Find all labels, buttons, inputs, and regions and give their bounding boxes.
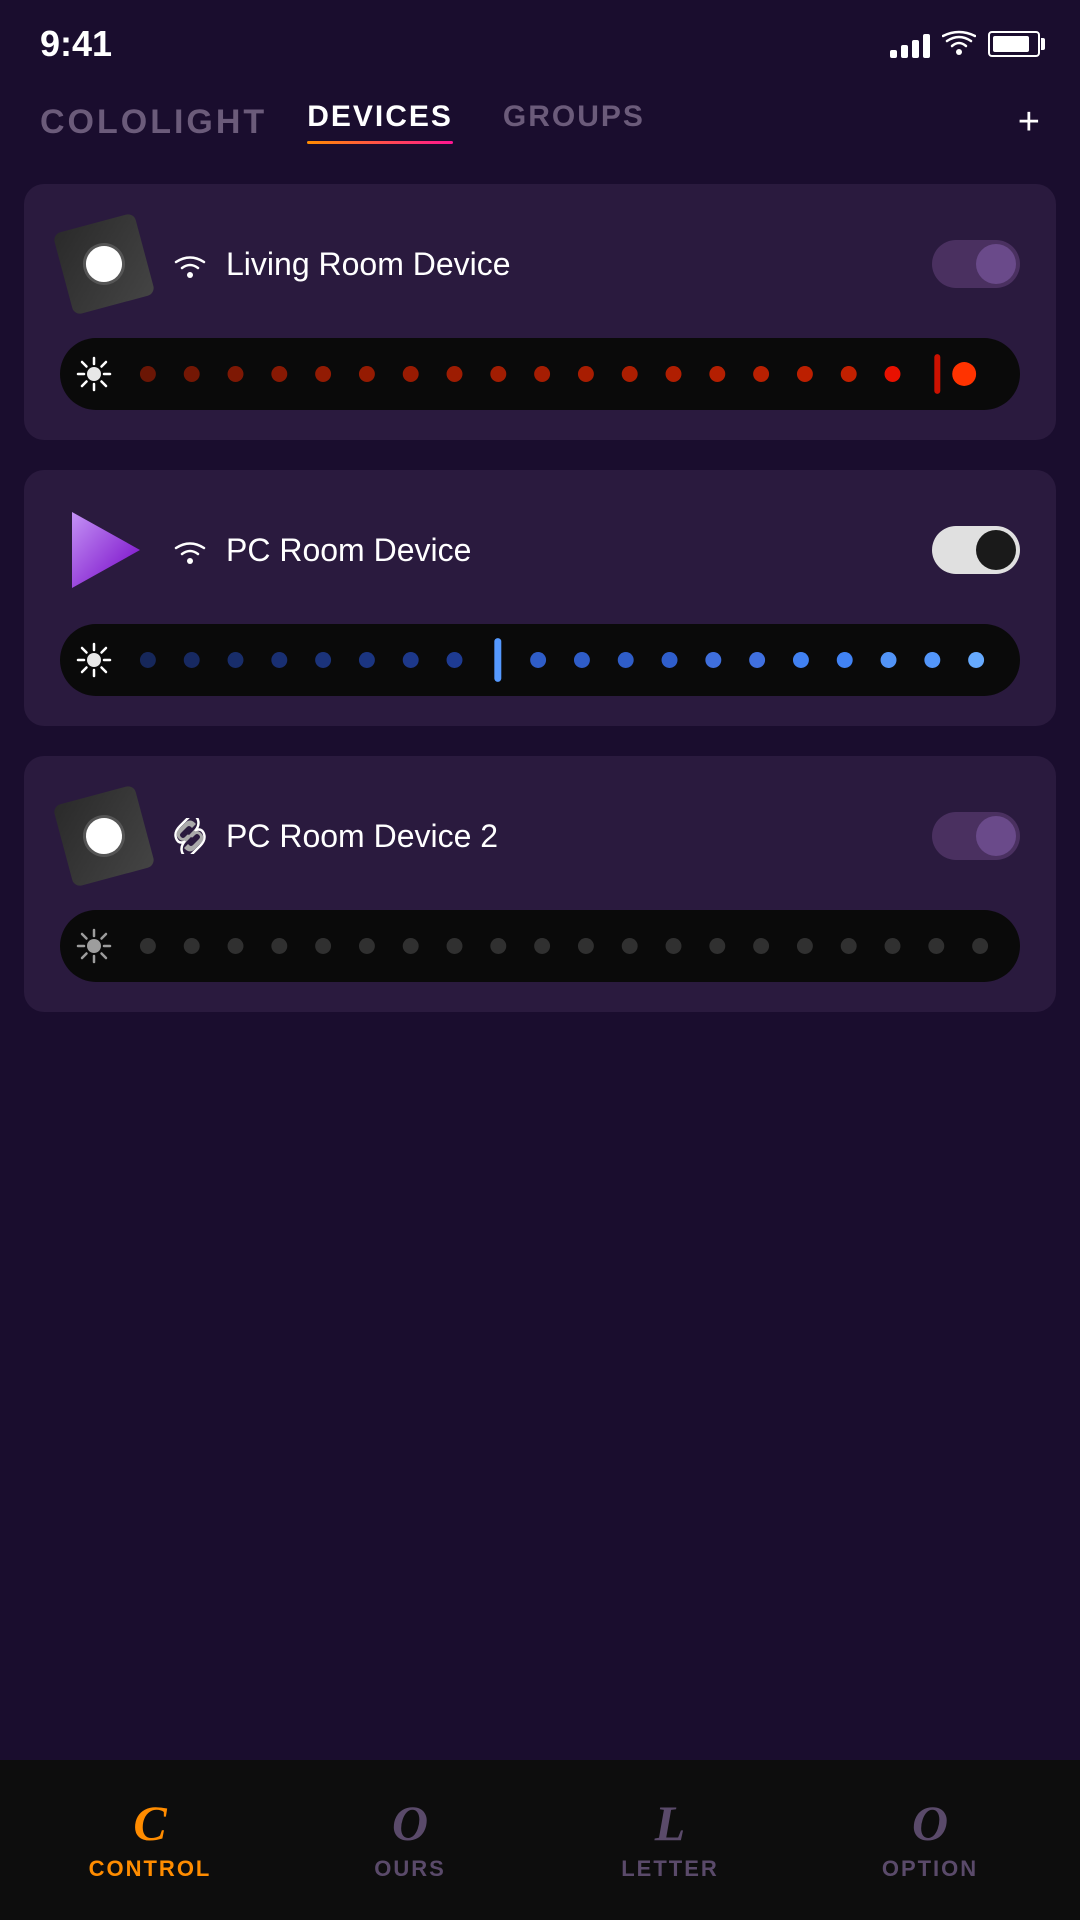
nav-label-control: CONTROL: [89, 1856, 212, 1882]
devices-list: Living Room Device: [0, 144, 1080, 1032]
disk-inner: [78, 238, 129, 289]
nav-label-letter: LETTER: [621, 1856, 719, 1882]
control-icon: C: [133, 1798, 166, 1848]
status-icons: [890, 30, 1040, 58]
device-name-area: PC Room Device: [172, 532, 908, 569]
bottom-nav: C CONTROL O OURS L LETTER O OPTION: [0, 1760, 1080, 1920]
toggle-knob: [976, 244, 1016, 284]
play-triangle-icon: [62, 508, 146, 592]
device-card-pc-room: PC Room Device: [24, 470, 1056, 726]
link-icon: [172, 818, 208, 854]
nav-label-option: OPTION: [882, 1856, 978, 1882]
nav-label-ours: OURS: [374, 1856, 446, 1882]
brightness-icon-2: [76, 642, 112, 678]
letter-icon: L: [655, 1798, 686, 1848]
disk-icon-2: [53, 785, 156, 888]
toggle-knob-on: [976, 530, 1016, 570]
device-icon-pc-room-2: [60, 792, 148, 880]
disk-inner-2: [78, 810, 129, 861]
nav-item-control[interactable]: C CONTROL: [20, 1798, 280, 1882]
tab-devices[interactable]: DEVICES: [307, 100, 453, 144]
wifi-connection-icon: [172, 249, 208, 279]
nav-item-letter[interactable]: L LETTER: [540, 1798, 800, 1882]
disk-icon: [53, 213, 156, 316]
brightness-icon-3: [76, 928, 112, 964]
device-header: Living Room Device: [60, 220, 1020, 308]
wifi-connection-icon-2: [172, 535, 208, 565]
option-icon: O: [912, 1798, 948, 1848]
blue-dots-track: [128, 634, 1004, 686]
device-name-area-3: PC Room Device 2: [172, 818, 908, 855]
status-time: 9:41: [40, 23, 112, 65]
red-dots-track: [128, 348, 1004, 400]
wifi-status-icon: [942, 30, 976, 58]
device-name-pc-room: PC Room Device: [226, 532, 471, 569]
brightness-icon: [76, 356, 112, 392]
tab-groups[interactable]: GROUPS: [503, 100, 645, 144]
device-icon-living-room: [60, 220, 148, 308]
gray-dots-track: [128, 920, 1004, 972]
device-icon-pc-room: [60, 506, 148, 594]
slider-pc-room-2[interactable]: [60, 910, 1020, 982]
slider-living-room[interactable]: [60, 338, 1020, 410]
toggle-pc-room[interactable]: [932, 526, 1020, 574]
app-logo: COLOLIGHT: [40, 103, 267, 142]
nav-tabs: DEVICES GROUPS: [307, 100, 978, 144]
device-name-pc-room-2: PC Room Device 2: [226, 818, 498, 855]
toggle-living-room[interactable]: [932, 240, 1020, 288]
toggle-knob-3: [976, 816, 1016, 856]
device-name-living-room: Living Room Device: [226, 246, 511, 283]
device-name-area: Living Room Device: [172, 246, 908, 283]
signal-icon: [890, 30, 930, 58]
toggle-pc-room-2[interactable]: [932, 812, 1020, 860]
slider-pc-room[interactable]: [60, 624, 1020, 696]
battery-icon: [988, 31, 1040, 57]
nav-item-option[interactable]: O OPTION: [800, 1798, 1060, 1882]
nav-item-ours[interactable]: O OURS: [280, 1798, 540, 1882]
ours-icon: O: [392, 1798, 428, 1848]
device-header-3: PC Room Device 2: [60, 792, 1020, 880]
device-card-living-room: Living Room Device: [24, 184, 1056, 440]
add-button[interactable]: +: [1018, 101, 1040, 144]
status-bar: 9:41: [0, 0, 1080, 80]
app-header: COLOLIGHT DEVICES GROUPS +: [0, 80, 1080, 144]
device-card-pc-room-2: PC Room Device 2: [24, 756, 1056, 1012]
device-header: PC Room Device: [60, 506, 1020, 594]
